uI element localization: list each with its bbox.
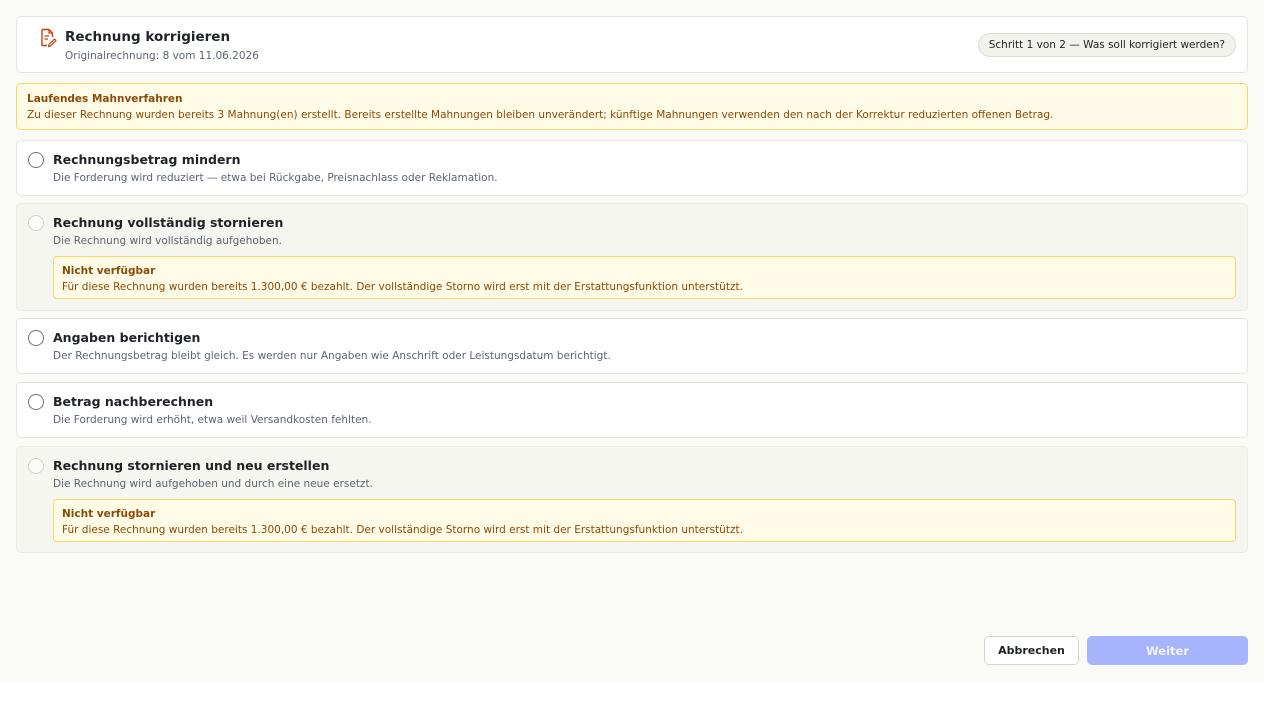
cancel-button[interactable]: Abbrechen bbox=[984, 636, 1079, 665]
radio-reduce-amount[interactable] bbox=[28, 152, 44, 168]
radio-correct-details[interactable] bbox=[28, 330, 44, 346]
notice-title: Nicht verfügbar bbox=[62, 508, 156, 520]
option-title: Rechnung vollständig stornieren bbox=[53, 215, 284, 230]
notice-title: Nicht verfügbar bbox=[62, 265, 156, 277]
step-badge: Schritt 1 von 2 — Was soll korrigiert we… bbox=[977, 33, 1236, 57]
option-recalculate-amount[interactable]: Betrag nachberechnen Die Forderung wird … bbox=[16, 382, 1248, 438]
option-description: Die Forderung wird reduziert — etwa bei … bbox=[53, 172, 498, 184]
page-title: Rechnung korrigieren bbox=[65, 29, 231, 45]
option-correct-details[interactable]: Angaben berichtigen Der Rechnungsbetrag … bbox=[16, 318, 1248, 374]
option-title: Betrag nachberechnen bbox=[53, 394, 214, 409]
page-subtitle: Originalrechnung: 8 vom 11.06.2026 bbox=[65, 50, 259, 62]
radio-full-cancel bbox=[28, 215, 44, 231]
option-cancel-and-recreate: Rechnung stornieren und neu erstellen Di… bbox=[16, 446, 1248, 553]
option-title: Rechnung stornieren und neu erstellen bbox=[53, 458, 330, 473]
option-title: Rechnungsbetrag mindern bbox=[53, 152, 241, 167]
notice-text: Für diese Rechnung wurden bereits 1.300,… bbox=[62, 524, 743, 536]
option-description: Der Rechnungsbetrag bleibt gleich. Es we… bbox=[53, 350, 611, 362]
option-full-cancel: Rechnung vollständig stornieren Die Rech… bbox=[16, 203, 1248, 311]
document-edit-icon bbox=[41, 28, 57, 48]
option-description: Die Rechnung wird vollständig aufgehoben… bbox=[53, 235, 282, 247]
notice-text: Für diese Rechnung wurden bereits 1.300,… bbox=[62, 281, 743, 293]
dialog-header: Rechnung korrigieren Originalrechnung: 8… bbox=[16, 16, 1248, 73]
unavailable-notice: Nicht verfügbar Für diese Rechnung wurde… bbox=[53, 256, 1236, 299]
option-reduce-amount[interactable]: Rechnungsbetrag mindern Die Forderung wi… bbox=[16, 140, 1248, 196]
option-description: Die Forderung wird erhöht, etwa weil Ver… bbox=[53, 414, 372, 426]
next-button[interactable]: Weiter bbox=[1087, 636, 1248, 665]
warning-text: Zu dieser Rechnung wurden bereits 3 Mahn… bbox=[27, 109, 1054, 121]
radio-recalculate-amount[interactable] bbox=[28, 394, 44, 410]
radio-cancel-and-recreate bbox=[28, 458, 44, 474]
option-title: Angaben berichtigen bbox=[53, 330, 201, 345]
warning-title: Laufendes Mahnverfahren bbox=[27, 93, 183, 105]
unavailable-notice: Nicht verfügbar Für diese Rechnung wurde… bbox=[53, 499, 1236, 542]
option-description: Die Rechnung wird aufgehoben und durch e… bbox=[53, 478, 373, 490]
app-window: Rechnung korrigieren Originalrechnung: 8… bbox=[0, 0, 1264, 681]
dunning-warning: Laufendes Mahnverfahren Zu dieser Rechnu… bbox=[16, 83, 1248, 130]
